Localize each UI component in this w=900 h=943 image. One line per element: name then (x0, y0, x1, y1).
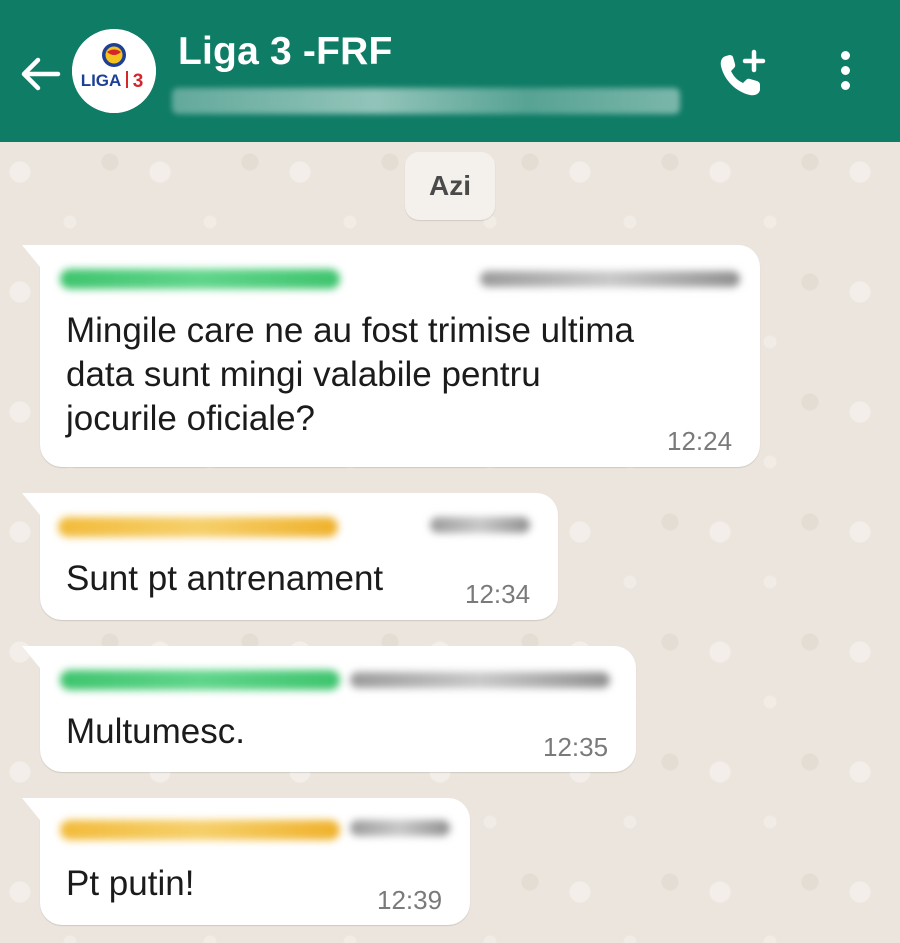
avatar[interactable]: LIGA 3 (72, 29, 156, 113)
message-time: 12:35 (543, 732, 609, 762)
message-text: Sunt pt antrenament (66, 559, 384, 598)
message-time: 12:24 (667, 426, 733, 456)
svg-text:3: 3 (133, 71, 144, 92)
sender-phone-redacted (350, 672, 610, 688)
svg-text:LIGA: LIGA (81, 71, 122, 90)
message-time: 12:39 (377, 885, 443, 915)
chat-header: LIGA 3 Liga 3 -FRF (0, 0, 900, 142)
chat-subtitle-redacted (172, 88, 680, 114)
message-time: 12:34 (465, 579, 531, 609)
date-separator: Azi (405, 152, 495, 220)
sender-phone-redacted (480, 271, 740, 287)
arrow-left-icon[interactable] (18, 52, 62, 96)
sender-phone-redacted (350, 820, 450, 836)
message-bubble[interactable]: Sunt pt antrenament 12:34 (22, 493, 558, 620)
sender-name-redacted (60, 269, 340, 289)
message-bubble[interactable]: Pt putin! 12:39 (22, 798, 470, 925)
sender-name-redacted (60, 670, 340, 690)
message-bubble[interactable]: Mingile care ne au fost trimise ultima d… (22, 245, 760, 467)
sender-name-redacted (58, 517, 338, 537)
liga3-logo: LIGA 3 (72, 29, 156, 113)
chat-title[interactable]: Liga 3 -FRF (178, 30, 393, 74)
message-bubble[interactable]: Multumesc. 12:35 (22, 646, 636, 772)
add-call-icon[interactable] (712, 46, 770, 104)
more-vert-icon[interactable] (830, 48, 860, 98)
sender-name-redacted (60, 820, 340, 840)
sender-phone-redacted (430, 517, 530, 533)
message-text: Mingile care ne au fost trimise ultima d… (66, 311, 634, 438)
message-text: Multumesc. (66, 712, 245, 751)
message-text: Pt putin! (66, 864, 195, 903)
